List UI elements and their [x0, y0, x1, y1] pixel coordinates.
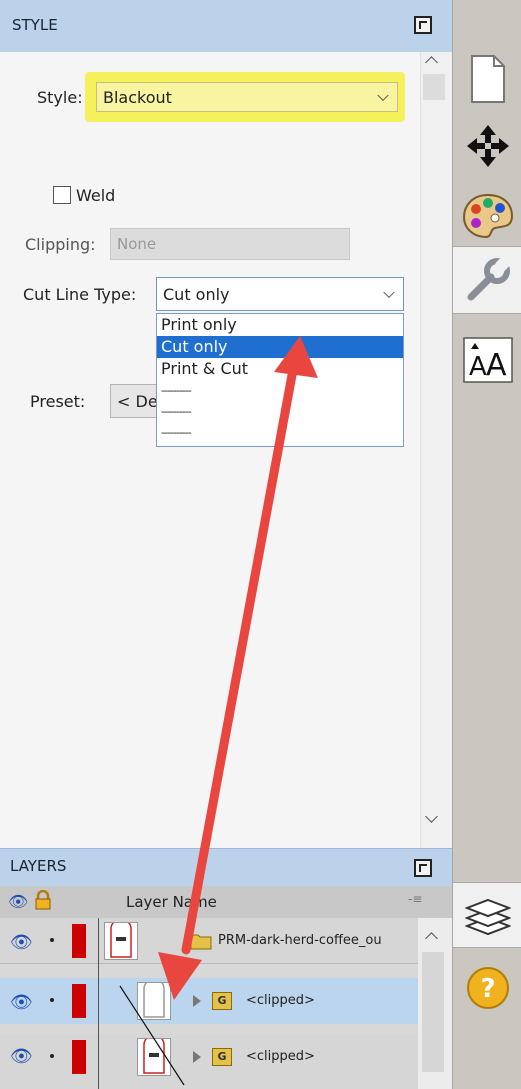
annotation-arrow [119, 336, 318, 1086]
